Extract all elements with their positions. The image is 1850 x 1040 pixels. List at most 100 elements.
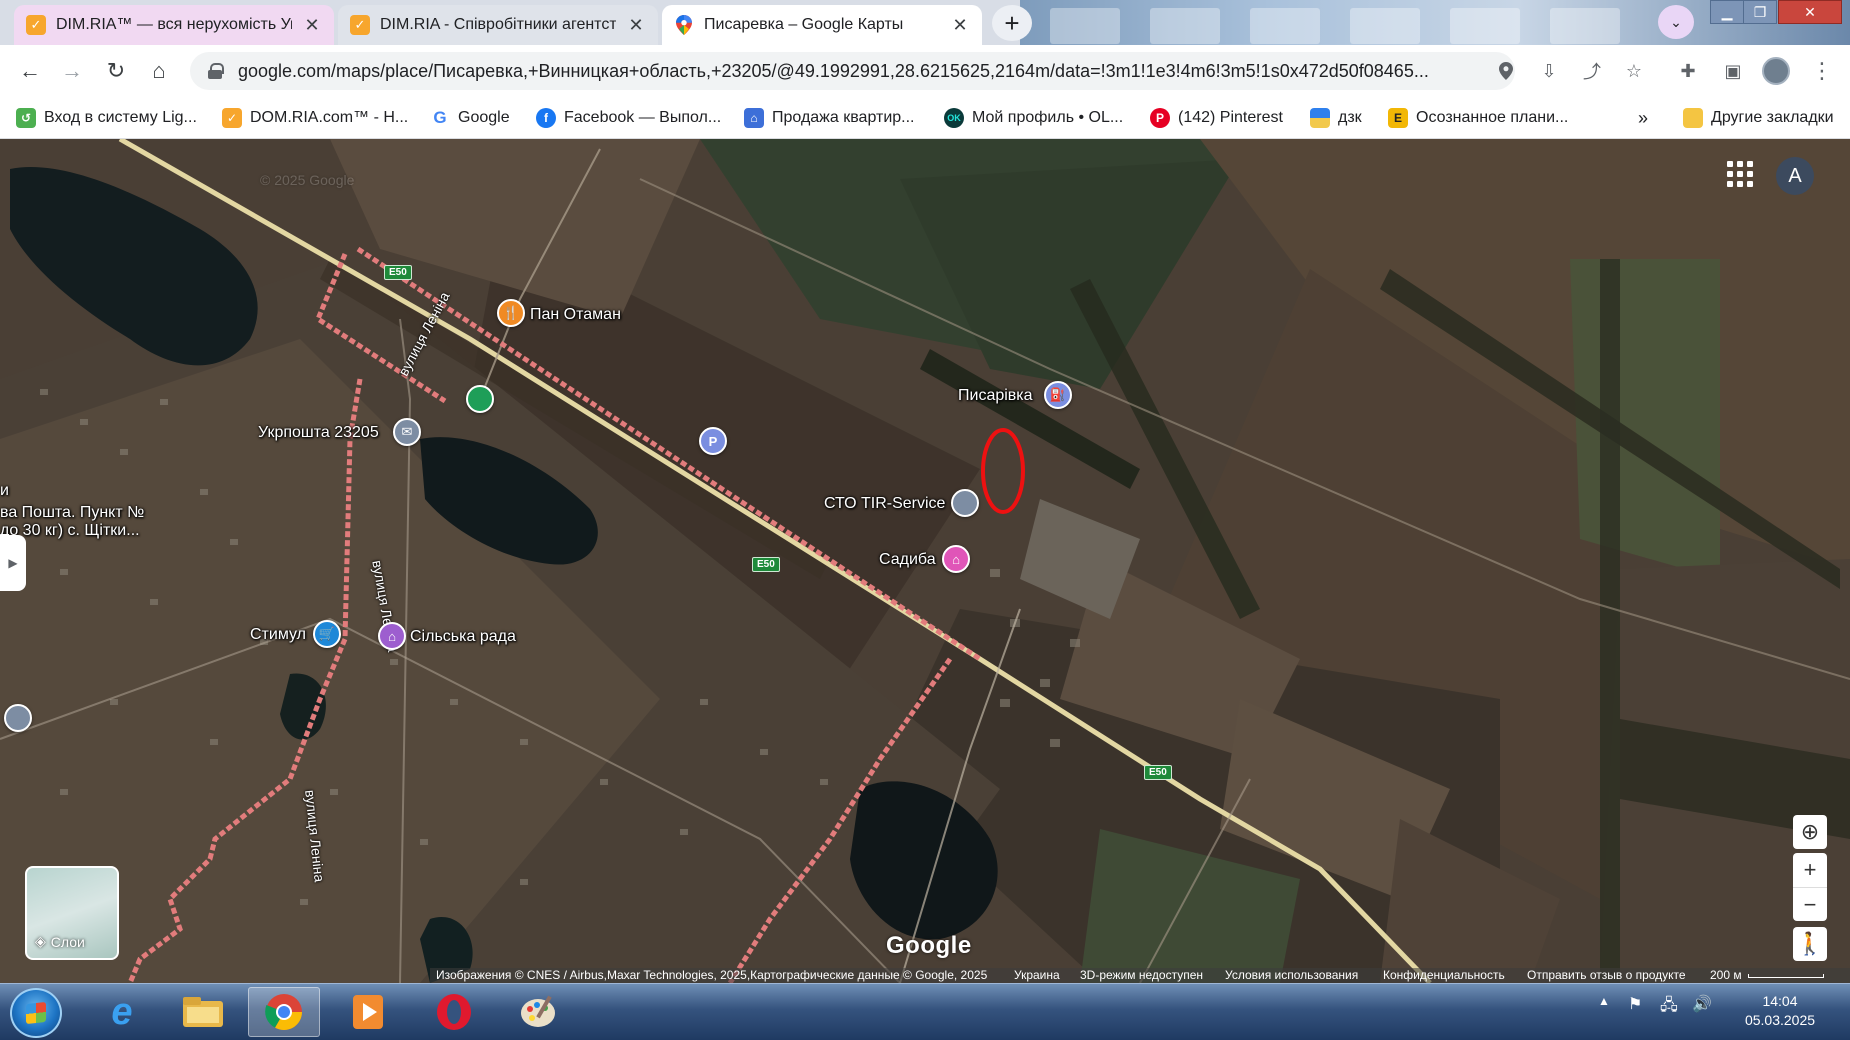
google-apps-icon[interactable] [1725, 159, 1755, 189]
poi-label-sadyba[interactable]: Садиба [879, 551, 936, 569]
bookmark-liga[interactable]: ↺ Вход в систему Lig... [16, 97, 197, 139]
bookmark-apartments[interactable]: ⌂ Продажа квартир... [744, 97, 915, 139]
scale-bar[interactable] [1748, 974, 1824, 978]
lock-icon[interactable] [208, 63, 224, 79]
zoom-out-button[interactable]: − [1793, 887, 1827, 921]
layers-label: Слои [50, 933, 85, 950]
menu-kebab-icon[interactable]: ⋮ [1810, 58, 1834, 83]
service-pin-icon[interactable] [951, 489, 979, 517]
chrome-icon [265, 994, 302, 1031]
window-minimize-button[interactable]: ▁ [1710, 0, 1744, 24]
new-tab-button[interactable]: + [992, 5, 1032, 41]
volume-icon[interactable]: 🔊 [1692, 994, 1712, 1014]
address-bar[interactable]: google.com/maps/place/Писаревка,+Винницк… [190, 52, 1515, 90]
poi-label-ukrposhta[interactable]: Укрпошта 23205 [258, 424, 379, 442]
home-button[interactable]: ⌂ [143, 55, 175, 87]
bookmark-planning[interactable]: E Осознанное плани... [1388, 97, 1568, 139]
scale-label[interactable]: 200 м [1710, 968, 1742, 983]
tab-dimria-employees[interactable]: ✓ DIM.RIA - Співробітники агентст ✕ [338, 5, 658, 45]
action-center-flag-icon[interactable]: ⚑ [1628, 994, 1642, 1014]
dzk-icon [1310, 108, 1330, 128]
start-button[interactable] [10, 988, 62, 1038]
my-location-button[interactable]: ⊕ [1793, 815, 1827, 849]
forward-button[interactable]: → [56, 55, 88, 87]
tray-expand-icon[interactable]: ▲ [1598, 994, 1610, 1008]
taskbar-opera[interactable] [418, 987, 490, 1037]
government-pin-icon[interactable]: ⌂ [378, 622, 406, 650]
poi-label-stymul[interactable]: Стимул [250, 626, 306, 644]
poi-label-partial: и [0, 482, 9, 499]
feedback-link[interactable]: Отправить отзыв о продукте [1527, 968, 1686, 983]
bookmark-pinterest[interactable]: P (142) Pinterest [1150, 97, 1283, 139]
tab-search-button[interactable]: ⌄ [1658, 5, 1694, 39]
reload-button[interactable]: ↻ [100, 55, 132, 87]
minus-icon: − [1803, 891, 1817, 917]
bookmarks-overflow-button[interactable]: » [1638, 97, 1648, 139]
arrow-left-icon: ← [19, 58, 41, 83]
profile-avatar[interactable] [1762, 57, 1790, 85]
close-icon[interactable]: ✕ [626, 15, 646, 36]
url-text[interactable]: google.com/maps/place/Писаревка,+Винницк… [238, 61, 1508, 82]
side-panel-toggle[interactable]: ▶ [0, 535, 26, 591]
poi-label-nova-poshta[interactable]: ва Пошта. Пункт № [0, 504, 144, 522]
taskbar-media-player[interactable] [332, 987, 404, 1037]
tab-google-maps[interactable]: Писаревка – Google Карты ✕ [662, 5, 982, 45]
post-office-pin-icon[interactable]: ✉ [393, 418, 421, 446]
taskbar-file-explorer[interactable] [167, 987, 239, 1037]
hotel-pin-icon[interactable]: ⌂ [942, 545, 970, 573]
extensions-icon[interactable]: ✚ [1676, 59, 1700, 83]
tab-title: DIM.RIA - Співробітники агентст [380, 16, 616, 33]
map-attribution-bar: Изображения © CNES / Airbus,Maxar Techno… [0, 968, 1850, 983]
pegman-icon: 🚶 [1796, 931, 1824, 956]
close-icon[interactable]: ✕ [950, 15, 970, 36]
window-close-button[interactable]: ✕ [1778, 0, 1842, 24]
folder-icon [183, 997, 223, 1027]
arrow-right-icon: → [61, 58, 83, 83]
window-maximize-button[interactable]: ❐ [1743, 0, 1777, 24]
place-label-pysarivka[interactable]: Писарівка [958, 387, 1033, 405]
imagery-attribution: Изображения © CNES / Airbus,Maxar Techno… [436, 968, 988, 982]
street-view-pegman-button[interactable]: 🚶 [1793, 927, 1827, 961]
bookmark-domria[interactable]: ✓ DOM.RIA.com™ - Н... [222, 97, 408, 139]
poi-pin-icon[interactable] [4, 704, 32, 732]
bookmark-dzk[interactable]: дзк [1310, 97, 1362, 139]
chevron-double-right-icon: » [1638, 107, 1649, 128]
tab-dimria[interactable]: ✓ DIM.RIA™ — вся нерухомість Ук ✕ [14, 5, 334, 45]
bookmark-other[interactable]: Другие закладки [1683, 97, 1834, 139]
taskbar-internet-explorer[interactable]: e [86, 987, 158, 1037]
account-avatar[interactable]: A [1776, 157, 1814, 195]
close-icon[interactable]: ✕ [302, 15, 322, 36]
zoom-in-button[interactable]: + [1793, 853, 1827, 887]
taskbar-chrome[interactable] [248, 987, 320, 1037]
google-logo: Google [886, 932, 972, 959]
star-icon[interactable]: ☆ [1622, 59, 1646, 83]
park-pin-icon[interactable] [466, 385, 494, 413]
bookmark-olx[interactable]: OK Мой профиль • OL... [944, 97, 1123, 139]
country-label[interactable]: Украина [1014, 968, 1060, 983]
shopping-cart-pin-icon[interactable]: 🛒 [313, 620, 341, 648]
privacy-link[interactable]: Конфиденциальность [1383, 968, 1505, 983]
parking-pin-icon[interactable]: P [699, 427, 727, 455]
bookmark-google[interactable]: G Google [430, 97, 509, 139]
dimria-icon: ✓ [26, 15, 46, 35]
poi-label-silska-rada[interactable]: Сільська рада [410, 628, 516, 646]
install-icon[interactable]: ⇩ [1537, 59, 1561, 83]
poi-label-sto-tir-service[interactable]: СТО TIR-Service [824, 495, 945, 513]
location-icon[interactable] [1494, 59, 1518, 83]
gas-station-pin-icon[interactable]: ⛽ [1044, 381, 1072, 409]
terms-link[interactable]: Условия использования [1225, 968, 1358, 983]
side-panel-icon[interactable]: ▣ [1721, 59, 1745, 83]
bookmark-label: Осознанное плани... [1416, 109, 1569, 126]
taskbar-paint[interactable] [502, 987, 574, 1037]
share-icon[interactable]: ⤴ [1580, 59, 1604, 83]
layers-button[interactable]: ◈ Слои [25, 866, 119, 960]
map-canvas[interactable]: © 2025 Google E50 E50 E50 вулиця Леніна … [0, 139, 1850, 983]
bookmark-facebook[interactable]: f Facebook — Выпол... [536, 97, 721, 139]
poi-label-pan-otaman[interactable]: Пан Отаман [530, 306, 621, 324]
back-button[interactable]: ← [14, 55, 46, 87]
taskbar-clock[interactable]: 14:04 05.03.2025 [1720, 992, 1840, 1030]
restaurant-pin-icon[interactable]: 🍴 [497, 299, 525, 327]
bookmark-label: Продажа квартир... [772, 109, 915, 126]
bookmark-label: Facebook — Выпол... [564, 109, 722, 126]
network-icon[interactable]: 🖧 [1660, 994, 1678, 1021]
